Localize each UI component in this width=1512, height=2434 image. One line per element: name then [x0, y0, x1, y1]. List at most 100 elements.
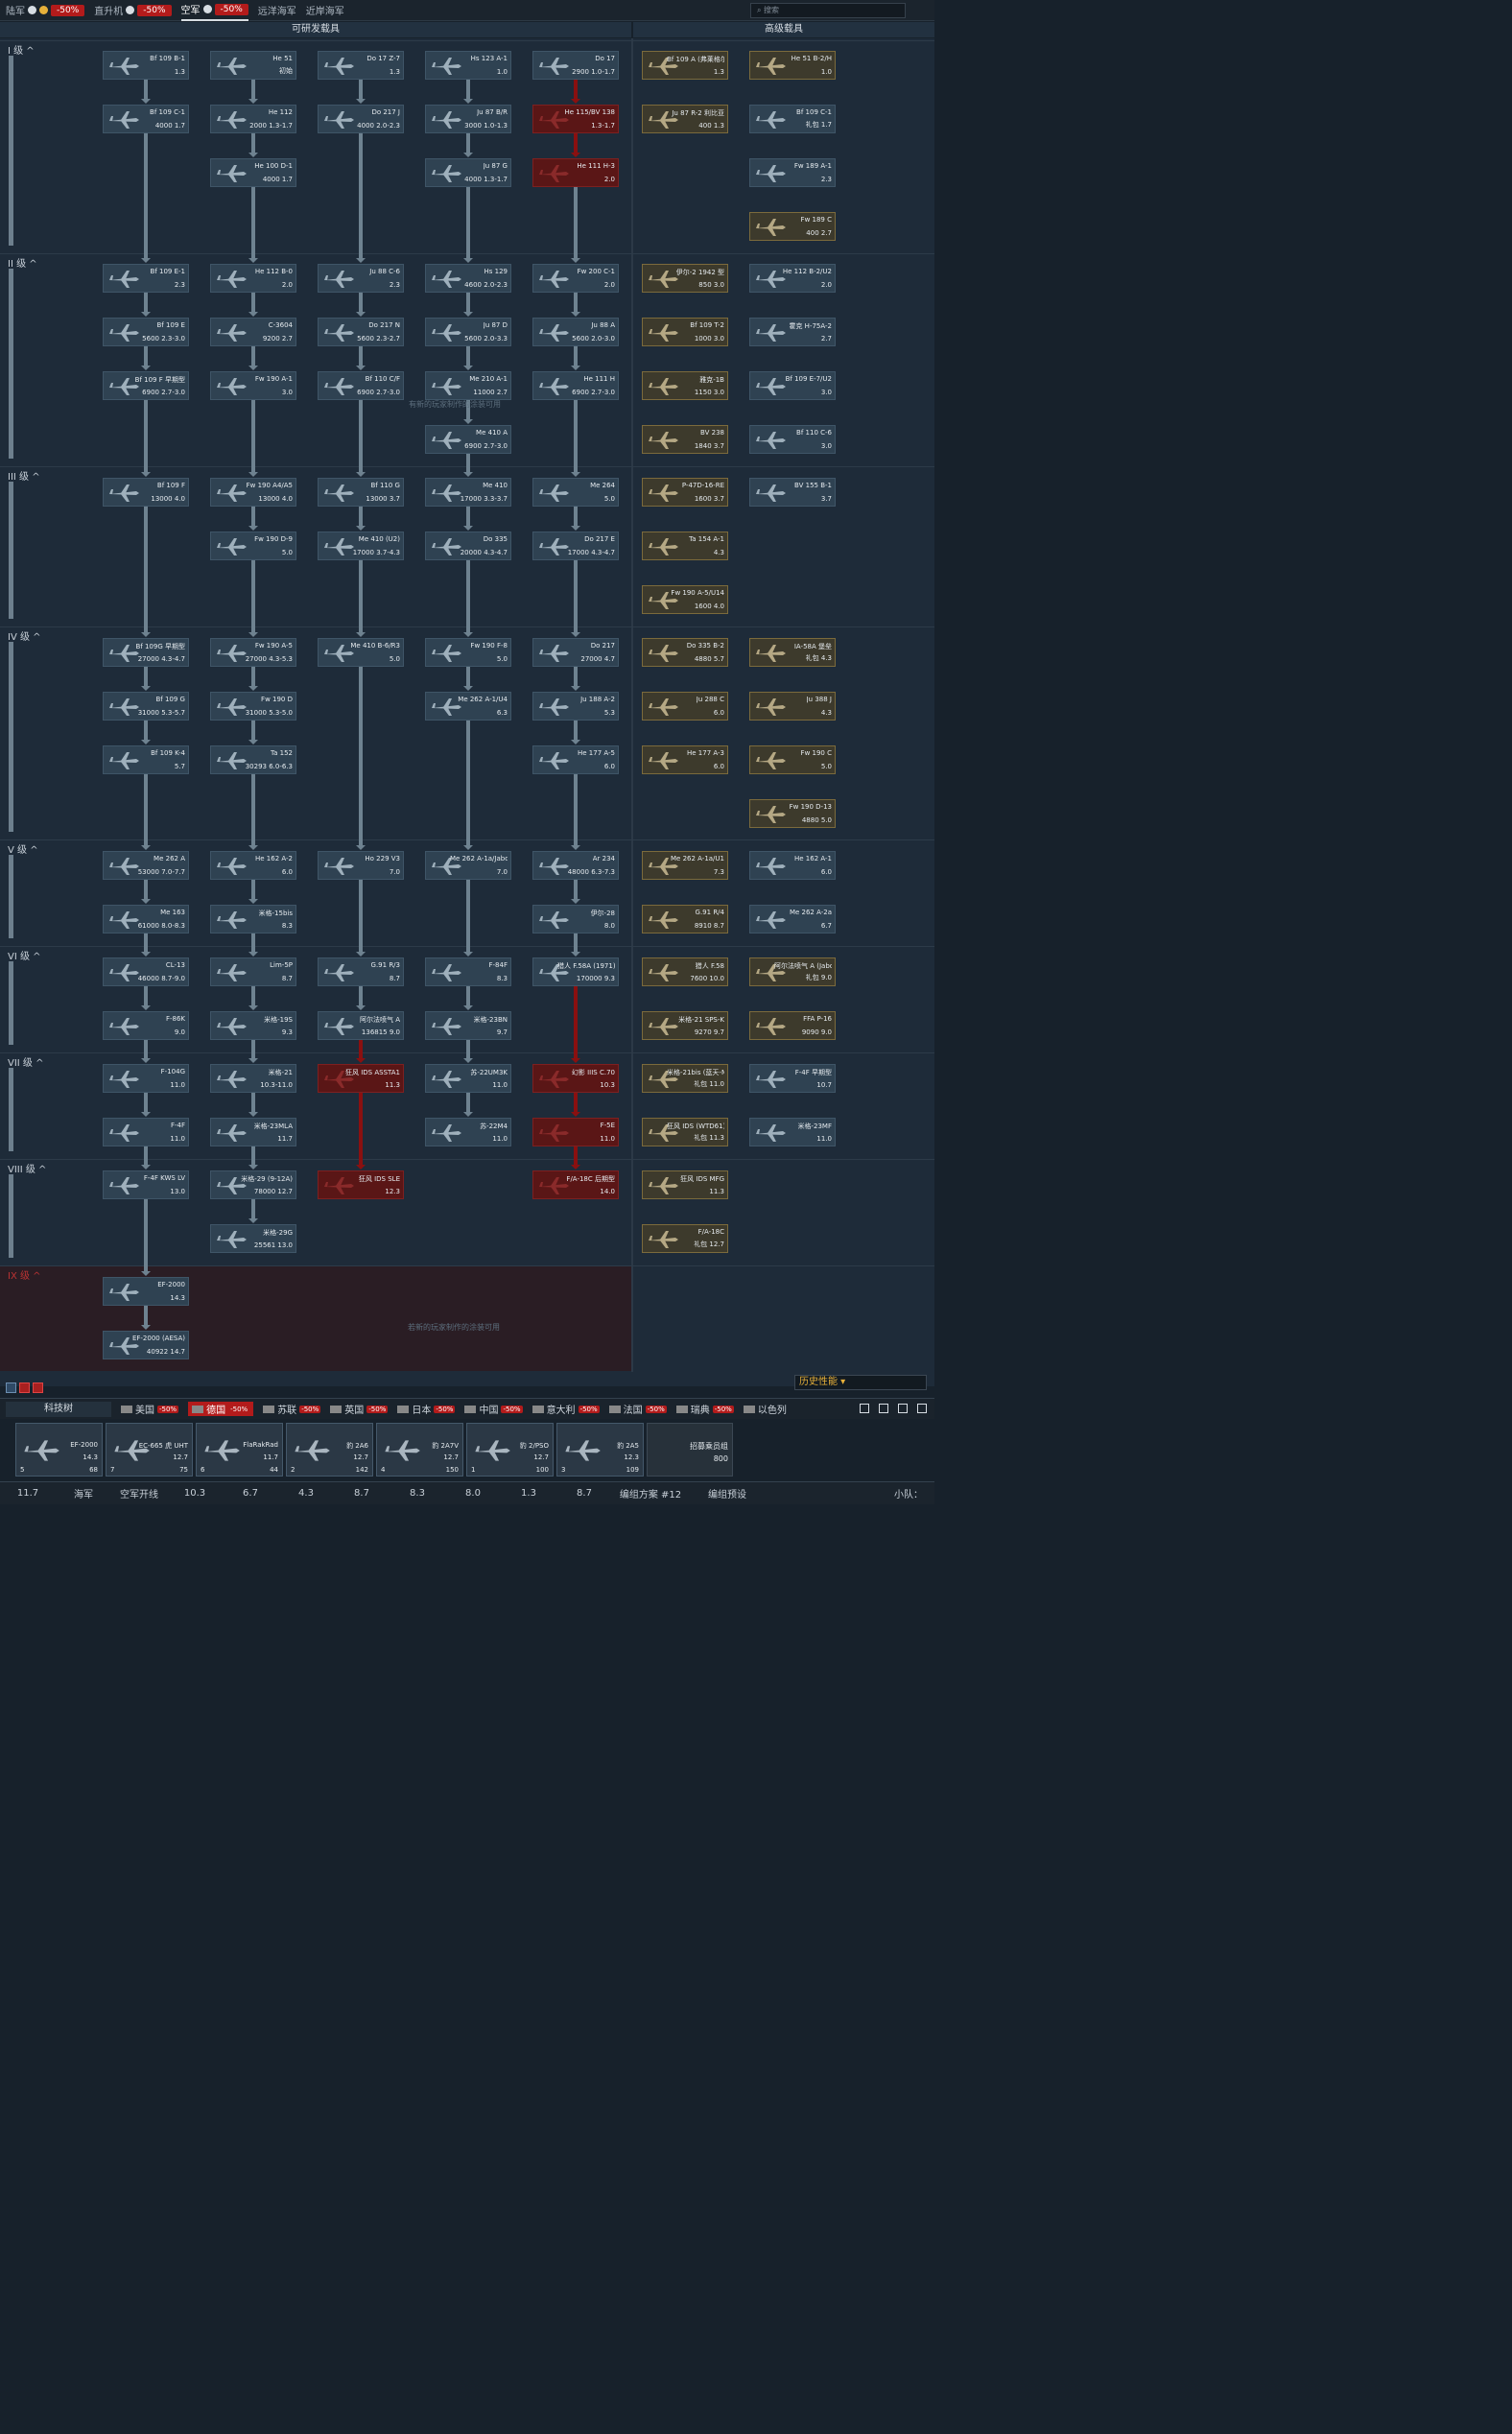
vehicle-card[interactable]: F/A-18C 礼包 12.7 — [642, 1224, 728, 1253]
vehicle-card[interactable]: Ju 188 A-2 5.3 — [532, 692, 619, 721]
bottom-cell[interactable]: 编组预设 — [689, 1486, 766, 1501]
vehicle-card[interactable]: Me 262 A 53000 7.0-7.7 — [103, 851, 189, 880]
nation-tab[interactable]: 苏联 -50% — [263, 1402, 321, 1416]
timer-icon[interactable] — [19, 1382, 30, 1393]
vehicle-card[interactable]: Ju 88 A 5600 2.0-3.0 — [532, 318, 619, 346]
vehicle-card[interactable]: BV 238 1840 3.7 — [642, 425, 728, 454]
vehicle-card[interactable]: He 111 H-3 2.0 — [532, 158, 619, 187]
vehicle-card[interactable]: Bf 109 E 5600 2.3-3.0 — [103, 318, 189, 346]
vehicle-card[interactable]: EF-2000 14.3 — [103, 1277, 189, 1306]
vehicle-card[interactable]: Me 262 A-1/U4 6.3 — [425, 692, 511, 721]
bottom-cell[interactable]: 编组方案 #12 — [612, 1486, 689, 1501]
vehicle-card[interactable]: F-4F KWS LV 13.0 — [103, 1170, 189, 1199]
vehicle-card[interactable]: Fw 190 D-9 5.0 — [210, 532, 296, 560]
nation-tab[interactable]: 瑞典 -50% — [675, 1402, 734, 1416]
vehicle-card[interactable]: 伊尔-28 8.0 — [532, 905, 619, 933]
vehicle-card[interactable]: Me 410 17000 3.3-3.7 — [425, 478, 511, 507]
nation-tab[interactable]: 德国 -50% — [188, 1402, 254, 1416]
vehicle-card[interactable]: 苏-22M4 11.0 — [425, 1118, 511, 1146]
vehicle-card[interactable]: Bf 110 C/F 6900 2.7-3.0 — [318, 371, 404, 400]
bottom-cell[interactable]: 10.3 — [167, 1488, 223, 1499]
vehicle-card[interactable]: 狂风 IDS ASSTA1 11.3 — [318, 1064, 404, 1093]
vehicle-card[interactable]: G.91 R/3 8.7 — [318, 957, 404, 986]
vehicle-card[interactable]: He 51 初始 — [210, 51, 296, 80]
vehicle-card[interactable]: Me 262 A-1a/Jabo 7.0 — [425, 851, 511, 880]
tab-army[interactable]: 陆军 -50% — [6, 0, 85, 21]
vehicle-card[interactable]: 米格-23BN 9.7 — [425, 1011, 511, 1040]
nation-tab[interactable]: 中国 -50% — [464, 1402, 523, 1416]
bottom-cell[interactable]: 8.0 — [445, 1488, 501, 1499]
vehicle-card[interactable]: Do 17 2900 1.0-1.7 — [532, 51, 619, 80]
vehicle-card[interactable]: EF-2000 (AESA) 40922 14.7 — [103, 1331, 189, 1359]
vehicle-card[interactable]: Ju 87 D 5600 2.0-3.3 — [425, 318, 511, 346]
vehicle-card[interactable]: He 112 B-0 2.0 — [210, 264, 296, 293]
vehicle-card[interactable]: Fw 189 C 400 2.7 — [749, 212, 836, 241]
vehicle-card[interactable]: CL-13 46000 8.7-9.0 — [103, 957, 189, 986]
nation-tab[interactable]: 法国 -50% — [608, 1402, 667, 1416]
vehicle-card[interactable]: He 162 A-1 6.0 — [749, 851, 836, 880]
vehicle-card[interactable]: Me 410 B-6/R3 5.0 — [318, 638, 404, 667]
vehicle-card[interactable]: Do 17 Z-7 1.3 — [318, 51, 404, 80]
bottom-cell[interactable]: 空军开线 — [111, 1486, 167, 1501]
vehicle-card[interactable]: 米格-19S 9.3 — [210, 1011, 296, 1040]
vehicle-card[interactable]: Me 210 A-1 11000 2.7 — [425, 371, 511, 400]
vehicle-card[interactable]: Me 262 A-1a/U1 7.3 — [642, 851, 728, 880]
bottom-cell[interactable]: 1.3 — [501, 1488, 556, 1499]
vehicle-card[interactable]: 苏-22UM3K 11.0 — [425, 1064, 511, 1093]
vehicle-card[interactable]: Do 335 B-2 4880 5.7 — [642, 638, 728, 667]
nation-tab[interactable]: 日本 -50% — [397, 1402, 456, 1416]
vehicle-card[interactable]: He 112 B-2/U2 2.0 — [749, 264, 836, 293]
vehicle-card[interactable]: Ju 288 C 6.0 — [642, 692, 728, 721]
vehicle-card[interactable]: Bf 109 K-4 5.7 — [103, 745, 189, 774]
vehicle-card[interactable]: Hs 129 4600 2.0-2.3 — [425, 264, 511, 293]
vehicle-card[interactable]: Do 217 27000 4.7 — [532, 638, 619, 667]
vehicle-card[interactable]: IA-58A 堡垒 礼包 4.3 — [749, 638, 836, 667]
vehicle-card[interactable]: Fw 190 A-1 3.0 — [210, 371, 296, 400]
vehicle-card[interactable]: Do 217 N 5600 2.3-2.7 — [318, 318, 404, 346]
check-icon[interactable] — [898, 1404, 908, 1413]
vehicle-card[interactable]: Me 262 A-2a 6.7 — [749, 905, 836, 933]
vehicle-card[interactable]: Me 163 61000 8.0-8.3 — [103, 905, 189, 933]
vehicle-card[interactable]: Bf 109G 早期型 27000 4.3-4.7 — [103, 638, 189, 667]
vehicle-card[interactable]: 猎人 F.58A (1971) 170000 9.3 — [532, 957, 619, 986]
vehicle-card[interactable]: Fw 190 D-13 4880 5.0 — [749, 799, 836, 828]
vehicle-card[interactable]: Fw 190 F-8 5.0 — [425, 638, 511, 667]
vehicle-card[interactable]: Bf 109 E-1 2.3 — [103, 264, 189, 293]
vehicle-card[interactable]: 伊尔-2 1942 型 850 3.0 — [642, 264, 728, 293]
vehicle-card[interactable]: Do 217 J 4000 2.0-2.3 — [318, 105, 404, 133]
vehicle-card[interactable]: 雅克-1B 1150 3.0 — [642, 371, 728, 400]
bottom-cell[interactable]: 6.7 — [223, 1488, 278, 1499]
tab-coastal[interactable]: 近岸海军 — [306, 0, 344, 21]
lineup-slot[interactable]: 豹 2A5 12.3 3 109 — [556, 1423, 644, 1477]
vehicle-card[interactable]: 狂风 IDS SLE 12.3 — [318, 1170, 404, 1199]
vehicle-card[interactable]: Ju 87 R-2 利比亚 400 1.3 — [642, 105, 728, 133]
vehicle-card[interactable]: Fw 190 A4/A5 13000 4.0 — [210, 478, 296, 507]
tab-helicopter[interactable]: 直升机 -50% — [94, 0, 172, 21]
vehicle-card[interactable]: C-3604 9200 2.7 — [210, 318, 296, 346]
vehicle-card[interactable]: Bf 109 T-2 1000 3.0 — [642, 318, 728, 346]
vehicle-card[interactable]: Me 410 (U2) 17000 3.7-4.3 — [318, 532, 404, 560]
vehicle-card[interactable]: F-4F 早期型 10.7 — [749, 1064, 836, 1093]
vehicle-card[interactable]: F-104G 11.0 — [103, 1064, 189, 1093]
vehicle-card[interactable]: He 51 B-2/H 1.0 — [749, 51, 836, 80]
vehicle-card[interactable]: He 177 A-5 6.0 — [532, 745, 619, 774]
vehicle-card[interactable]: Do 335 20000 4.3-4.7 — [425, 532, 511, 560]
bottom-cell[interactable]: 8.7 — [334, 1488, 390, 1499]
vehicle-card[interactable]: Me 264 5.0 — [532, 478, 619, 507]
lineup-slot[interactable]: 豹 2A6 12.7 2 142 — [286, 1423, 373, 1477]
vehicle-card[interactable]: F-5E 11.0 — [532, 1118, 619, 1146]
vehicle-card[interactable]: He 177 A-3 6.0 — [642, 745, 728, 774]
vehicle-card[interactable]: Bf 109 E-7/U2 3.0 — [749, 371, 836, 400]
lineup-slot[interactable]: 豹 2A7V 12.7 4 150 — [376, 1423, 463, 1477]
gear-icon[interactable] — [860, 1404, 869, 1413]
search-input[interactable]: ⌕ 搜索 — [750, 3, 906, 18]
vehicle-card[interactable]: Ju 88 C-6 2.3 — [318, 264, 404, 293]
vehicle-card[interactable]: 幻影 IIIS C.70 10.3 — [532, 1064, 619, 1093]
vehicle-card[interactable]: Hs 123 A-1 1.0 — [425, 51, 511, 80]
vehicle-card[interactable]: Ta 152 30293 6.0-6.3 — [210, 745, 296, 774]
vehicle-card[interactable]: He 112 2000 1.3-1.7 — [210, 105, 296, 133]
vehicle-card[interactable]: Bf 110 G 13000 3.7 — [318, 478, 404, 507]
bottom-cell[interactable]: 8.3 — [390, 1488, 445, 1499]
vehicle-card[interactable]: Bf 109 F 13000 4.0 — [103, 478, 189, 507]
recruit-crew-button[interactable]: 招募乘员组 800 — [647, 1423, 733, 1477]
